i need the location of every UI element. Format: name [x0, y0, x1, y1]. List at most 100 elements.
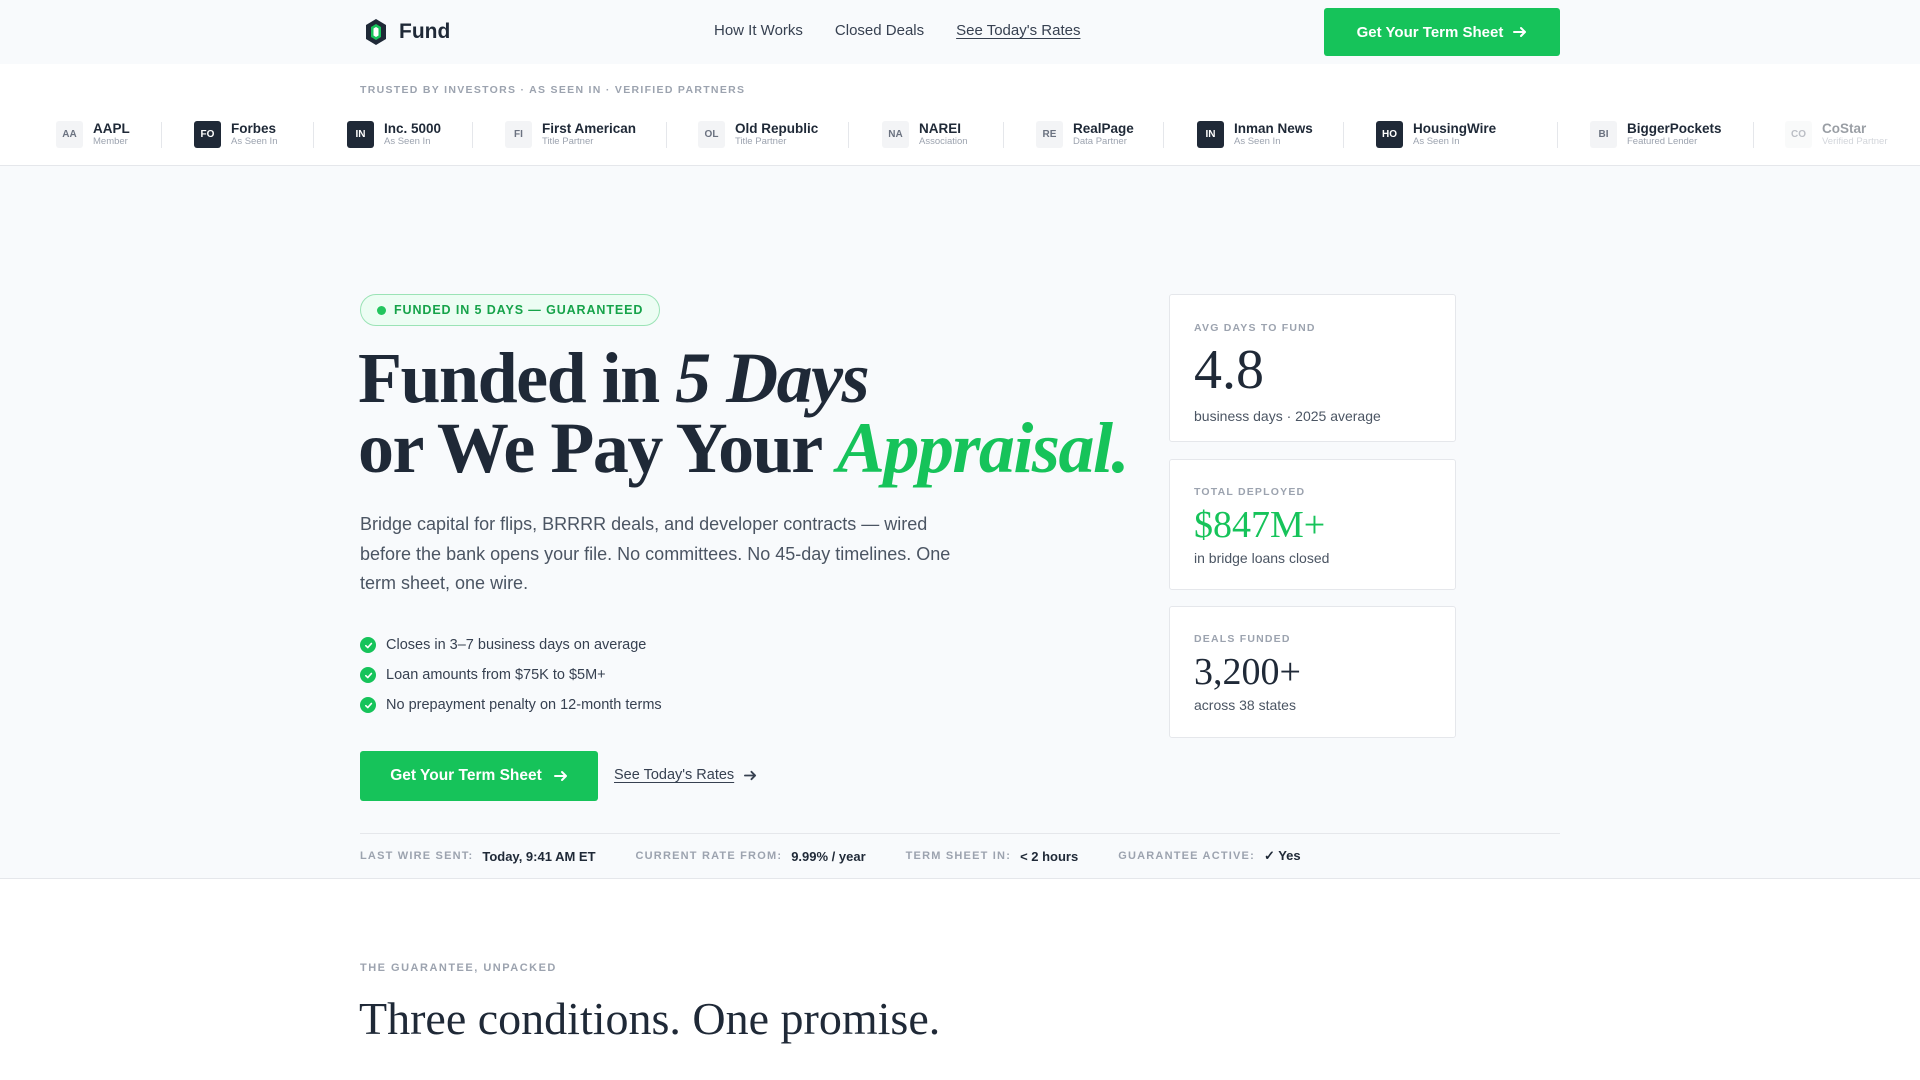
stat-caption: in bridge loans closed: [1194, 550, 1330, 566]
stat-value: $847M+: [1194, 504, 1326, 546]
partner-name: NAREI: [919, 121, 962, 136]
partner-name: CoStar: [1822, 121, 1867, 136]
benefit-item: Closes in 3–7 business days on average: [360, 630, 662, 660]
partner-badge: FI: [505, 121, 532, 148]
partner-logo: FO Forbes As Seen In: [194, 121, 277, 148]
partner-text: First American Title Partner: [542, 122, 636, 148]
arrow-right-icon: [1513, 27, 1527, 37]
status-value: ✓ Yes: [1263, 848, 1301, 863]
status-item: GUARANTEE ACTIVE: ✓ Yes: [1118, 848, 1300, 864]
partner-logo: BI BiggerPockets Featured Lender: [1590, 121, 1722, 148]
partner-name: BiggerPockets: [1627, 121, 1722, 136]
status-key: TERM SHEET IN:: [905, 850, 1012, 862]
check-circle-icon: [360, 697, 376, 713]
partner-logo: RE RealPage Data Partner: [1036, 121, 1134, 148]
shield-logo-icon: [366, 19, 386, 45]
benefit-text: Loan amounts from $75K to $5M+: [386, 667, 606, 683]
partner-logo: CO CoStar Verified Partner: [1785, 121, 1887, 148]
guarantee-pill-label: FUNDED IN 5 DAYS — GUARANTEED: [394, 303, 644, 317]
status-divider: [360, 833, 1560, 834]
partner-text: Inman News As Seen In: [1234, 121, 1313, 148]
nav-closed-deals[interactable]: Closed Deals: [835, 22, 924, 39]
main-nav: How It Works Closed Deals See Today's Ra…: [714, 22, 1080, 39]
status-key: LAST WIRE SENT:: [360, 850, 474, 862]
partner-sub: As Seen In: [1413, 136, 1460, 147]
nav-how-it-works[interactable]: How It Works: [714, 22, 803, 39]
nav-todays-rates[interactable]: See Today's Rates: [956, 22, 1080, 39]
status-dot-icon: [377, 305, 386, 315]
headline-appraisal: Appraisal.: [836, 408, 1130, 488]
partner-logo: IN Inc. 5000 As Seen In: [347, 121, 441, 148]
stat-value: 3,200+: [1194, 651, 1301, 693]
benefit-text: No prepayment penalty on 12-month terms: [386, 697, 662, 713]
partner-badge: IN: [1197, 121, 1224, 148]
partner-sub: Data Partner: [1073, 136, 1127, 147]
partner-sub: Featured Lender: [1627, 136, 1698, 147]
status-key: CURRENT RATE FROM:: [635, 850, 783, 862]
partner-strip: TRUSTED BY INVESTORS · AS SEEN IN · VERI…: [0, 64, 1920, 166]
status-item: CURRENT RATE FROM: 9.99% / year: [636, 848, 866, 864]
partner-divider: [1343, 122, 1344, 148]
arrow-right-icon: [744, 770, 757, 780]
arrow-right-icon: [553, 771, 567, 781]
header-term-sheet-button[interactable]: Get Your Term Sheet: [1324, 8, 1560, 56]
headline-part-2: or We Pay Your: [358, 408, 837, 488]
check-circle-icon: [360, 637, 376, 653]
partner-divider: [1753, 122, 1754, 148]
section-eyebrow: THE GUARANTEE, UNPACKED: [360, 962, 557, 974]
partner-badge: FO: [194, 121, 221, 148]
partner-name: Inman News: [1234, 121, 1313, 136]
partner-divider: [313, 122, 314, 148]
site-header: Fund How It Works Closed Deals See Today…: [0, 0, 1920, 64]
partner-text: BiggerPockets Featured Lender: [1627, 121, 1722, 148]
benefit-item: Loan amounts from $75K to $5M+: [360, 660, 662, 690]
partner-sub: Title Partner: [542, 136, 594, 147]
stat-value: 4.8: [1194, 339, 1264, 401]
partner-badge: BI: [1590, 121, 1617, 148]
status-value: Today, 9:41 AM ET: [482, 848, 596, 864]
partner-badge: RE: [1036, 121, 1063, 148]
header-term-sheet-label: Get Your Term Sheet: [1356, 23, 1504, 41]
hero-term-sheet-label: Get Your Term Sheet: [390, 767, 542, 784]
stat-card-deals-funded: DEALS FUNDED 3,200+ across 38 states: [1169, 606, 1456, 738]
guarantee-pill: FUNDED IN 5 DAYS — GUARANTEED: [360, 294, 661, 326]
hero-lead: Bridge capital for flips, BRRRR deals, a…: [360, 514, 951, 593]
partner-name: HousingWire: [1413, 121, 1497, 136]
partner-text: RealPage Data Partner: [1073, 122, 1134, 148]
partner-name: AAPL: [93, 121, 130, 136]
hero-headline: Funded in 5 Days or We Pay Your Appraisa…: [358, 342, 1129, 484]
partner-logo: OL Old Republic Title Partner: [698, 121, 818, 148]
partner-text: Old Republic Title Partner: [735, 121, 819, 148]
partner-text: Inc. 5000 As Seen In: [384, 121, 442, 148]
status-bar: LAST WIRE SENT: Today, 9:41 AM ET CURREN…: [360, 848, 1301, 864]
headline-days: 5 Days: [675, 338, 869, 418]
partner-divider: [161, 122, 162, 148]
headline-part-1: Funded in: [358, 338, 676, 418]
partner-badge: HO: [1376, 121, 1403, 148]
status-value: < 2 hours: [1020, 848, 1079, 864]
partner-logo: AA AAPL Member: [56, 121, 130, 148]
stat-label: DEALS FUNDED: [1194, 633, 1291, 645]
partner-name: Inc. 5000: [384, 121, 442, 136]
partner-badge: CO: [1785, 121, 1812, 148]
benefit-list: Closes in 3–7 business days on average L…: [360, 630, 662, 720]
partner-divider: [1163, 122, 1164, 148]
partner-text: Forbes As Seen In: [231, 122, 277, 148]
partner-divider: [666, 122, 667, 148]
partner-name: Old Republic: [735, 121, 819, 136]
partner-sub: Association: [919, 136, 968, 147]
partner-sub: Verified Partner: [1822, 136, 1888, 147]
hero-term-sheet-button[interactable]: Get Your Term Sheet: [360, 751, 598, 801]
check-circle-icon: [360, 667, 376, 683]
brand[interactable]: Fund: [365, 18, 450, 46]
partner-divider: [472, 122, 473, 148]
see-rates-link[interactable]: See Today's Rates: [614, 767, 757, 783]
status-value: 9.99% / year: [791, 848, 866, 864]
stat-card-avg-days: AVG DAYS TO FUND 4.8 business days · 202…: [1169, 294, 1456, 442]
status-item: LAST WIRE SENT: Today, 9:41 AM ET: [360, 848, 596, 864]
partner-sub: As Seen In: [1234, 136, 1281, 147]
partner-strip-label: TRUSTED BY INVESTORS · AS SEEN IN · VERI…: [360, 84, 746, 96]
partner-divider: [1003, 122, 1004, 148]
partner-sub: Title Partner: [735, 136, 787, 147]
partner-logo: NA NAREI Association: [882, 121, 968, 148]
